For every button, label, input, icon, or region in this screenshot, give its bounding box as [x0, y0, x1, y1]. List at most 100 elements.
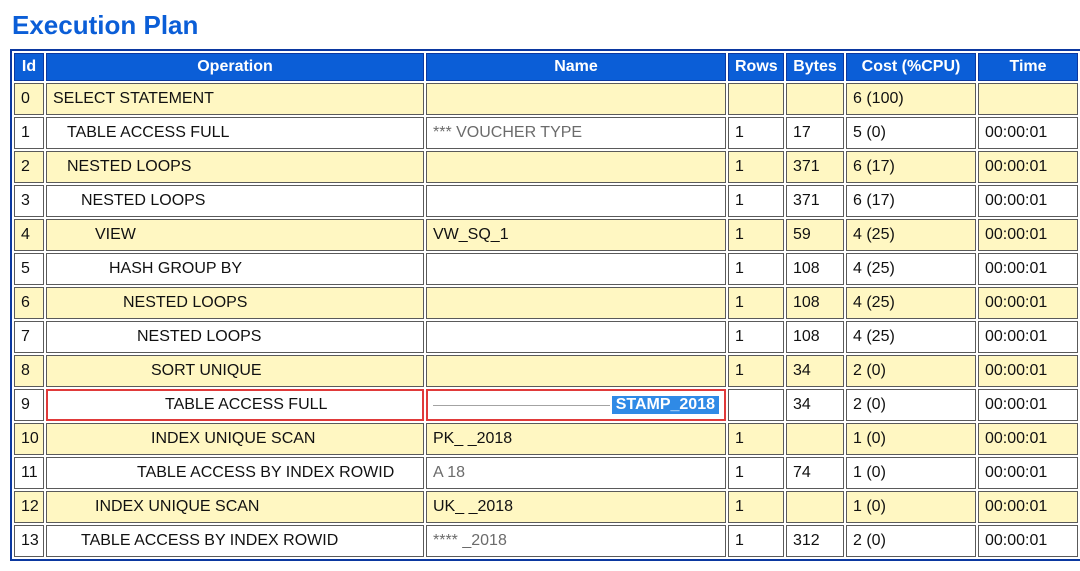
- table-row: 12INDEX UNIQUE SCANUK_ _201811 (0)00:00:…: [14, 491, 1078, 523]
- cell-operation: TABLE ACCESS FULL: [46, 117, 424, 149]
- cell-name: VW_SQ_1: [426, 219, 726, 251]
- cell-name: UK_ _2018: [426, 491, 726, 523]
- cell-name-label: UK_ _2018: [433, 498, 513, 515]
- cell-operation: SELECT STATEMENT: [46, 83, 424, 115]
- cell-rows: 1: [728, 457, 784, 489]
- cell-rows: 1: [728, 151, 784, 183]
- cell-time: 00:00:01: [978, 389, 1078, 421]
- page-title: Execution Plan: [12, 10, 1070, 41]
- cell-id: 1: [14, 117, 44, 149]
- cell-operation-label: TABLE ACCESS BY INDEX ROWID: [53, 532, 338, 550]
- cell-operation-label: TABLE ACCESS BY INDEX ROWID: [53, 464, 394, 482]
- cell-operation-label: HASH GROUP BY: [53, 260, 242, 278]
- cell-operation: NESTED LOOPS: [46, 287, 424, 319]
- cell-name: PK_ _2018: [426, 423, 726, 455]
- cell-operation: HASH GROUP BY: [46, 253, 424, 285]
- cell-operation-label: INDEX UNIQUE SCAN: [53, 430, 315, 448]
- cell-operation: NESTED LOOPS: [46, 185, 424, 217]
- cell-time: 00:00:01: [978, 253, 1078, 285]
- cell-name: [426, 321, 726, 353]
- cell-cost: 6 (17): [846, 185, 976, 217]
- col-header-rows: Rows: [728, 53, 784, 81]
- cell-bytes: 312: [786, 525, 844, 557]
- cell-id: 10: [14, 423, 44, 455]
- cell-name: [426, 151, 726, 183]
- cell-name-label: PK_ _2018: [433, 430, 512, 447]
- cell-cost: 1 (0): [846, 491, 976, 523]
- cell-id: 3: [14, 185, 44, 217]
- cell-rows: [728, 389, 784, 421]
- cell-bytes: [786, 491, 844, 523]
- cell-name-label: A 18: [433, 464, 465, 481]
- table-row: 6NESTED LOOPS11084 (25)00:00:01: [14, 287, 1078, 319]
- cell-cost: 4 (25): [846, 287, 976, 319]
- cell-id: 13: [14, 525, 44, 557]
- cell-bytes: 371: [786, 185, 844, 217]
- table-row: 0SELECT STATEMENT6 (100): [14, 83, 1078, 115]
- cell-rows: 1: [728, 117, 784, 149]
- cell-time: 00:00:01: [978, 151, 1078, 183]
- cell-operation-label: NESTED LOOPS: [53, 328, 261, 346]
- cell-operation: INDEX UNIQUE SCAN: [46, 491, 424, 523]
- cell-time: 00:00:01: [978, 355, 1078, 387]
- cell-id: 4: [14, 219, 44, 251]
- cell-id: 2: [14, 151, 44, 183]
- cell-time: 00:00:01: [978, 287, 1078, 319]
- table-row: 11TABLE ACCESS BY INDEX ROWIDA 181741 (0…: [14, 457, 1078, 489]
- cell-name: [426, 253, 726, 285]
- cell-time: 00:00:01: [978, 321, 1078, 353]
- cell-bytes: 371: [786, 151, 844, 183]
- cell-rows: 1: [728, 219, 784, 251]
- cell-name: A 18: [426, 457, 726, 489]
- cell-operation: TABLE ACCESS FULL: [46, 389, 424, 421]
- cell-time: 00:00:01: [978, 423, 1078, 455]
- table-row: 1TABLE ACCESS FULL*** VOUCHER TYPE1175 (…: [14, 117, 1078, 149]
- execution-plan-table: Id Operation Name Rows Bytes Cost (%CPU)…: [10, 49, 1080, 561]
- cell-cost: 1 (0): [846, 423, 976, 455]
- cell-name: [426, 83, 726, 115]
- cell-bytes: 108: [786, 321, 844, 353]
- cell-name: **** _2018: [426, 525, 726, 557]
- cell-cost: 6 (17): [846, 151, 976, 183]
- cell-rows: 1: [728, 185, 784, 217]
- cell-time: 00:00:01: [978, 525, 1078, 557]
- cell-operation-label: NESTED LOOPS: [53, 294, 247, 312]
- cell-operation: TABLE ACCESS BY INDEX ROWID: [46, 457, 424, 489]
- col-header-cost: Cost (%CPU): [846, 53, 976, 81]
- col-header-name: Name: [426, 53, 726, 81]
- cell-name: [426, 287, 726, 319]
- cell-time: [978, 83, 1078, 115]
- table-row: 5HASH GROUP BY11084 (25)00:00:01: [14, 253, 1078, 285]
- cell-cost: 2 (0): [846, 525, 976, 557]
- cell-bytes: [786, 423, 844, 455]
- cell-operation: INDEX UNIQUE SCAN: [46, 423, 424, 455]
- cell-time: 00:00:01: [978, 491, 1078, 523]
- cell-time: 00:00:01: [978, 185, 1078, 217]
- cell-id: 8: [14, 355, 44, 387]
- table-row: 13 TABLE ACCESS BY INDEX ROWID **** _2018 1…: [14, 525, 1078, 557]
- cell-cost: 5 (0): [846, 117, 976, 149]
- table-row: 2NESTED LOOPS13716 (17)00:00:01: [14, 151, 1078, 183]
- cell-rows: 1: [728, 253, 784, 285]
- cell-bytes: 59: [786, 219, 844, 251]
- cell-bytes: 34: [786, 389, 844, 421]
- cell-operation-label: TABLE ACCESS FULL: [53, 396, 327, 414]
- cell-cost: 2 (0): [846, 389, 976, 421]
- cell-bytes: 34: [786, 355, 844, 387]
- cell-operation-label: TABLE ACCESS FULL: [53, 124, 229, 142]
- cell-name-label: **** _2018: [433, 532, 507, 549]
- cell-operation-label: NESTED LOOPS: [53, 192, 205, 210]
- cell-rows: 1: [728, 525, 784, 557]
- cell-cost: 1 (0): [846, 457, 976, 489]
- cell-name-label: VW_SQ_1: [433, 226, 509, 243]
- table-header-row: Id Operation Name Rows Bytes Cost (%CPU)…: [14, 53, 1078, 81]
- cell-bytes: 17: [786, 117, 844, 149]
- cell-bytes: 74: [786, 457, 844, 489]
- table-row: 7NESTED LOOPS11084 (25)00:00:01: [14, 321, 1078, 353]
- cell-id: 0: [14, 83, 44, 115]
- table-row: 9TABLE ACCESS FULLSTAMP_2018342 (0)00:00…: [14, 389, 1078, 421]
- table-row: 10INDEX UNIQUE SCANPK_ _201811 (0)00:00:…: [14, 423, 1078, 455]
- highlight-chip: STAMP_2018: [612, 396, 719, 414]
- cell-rows: [728, 83, 784, 115]
- table-row: 4VIEWVW_SQ_11594 (25)00:00:01: [14, 219, 1078, 251]
